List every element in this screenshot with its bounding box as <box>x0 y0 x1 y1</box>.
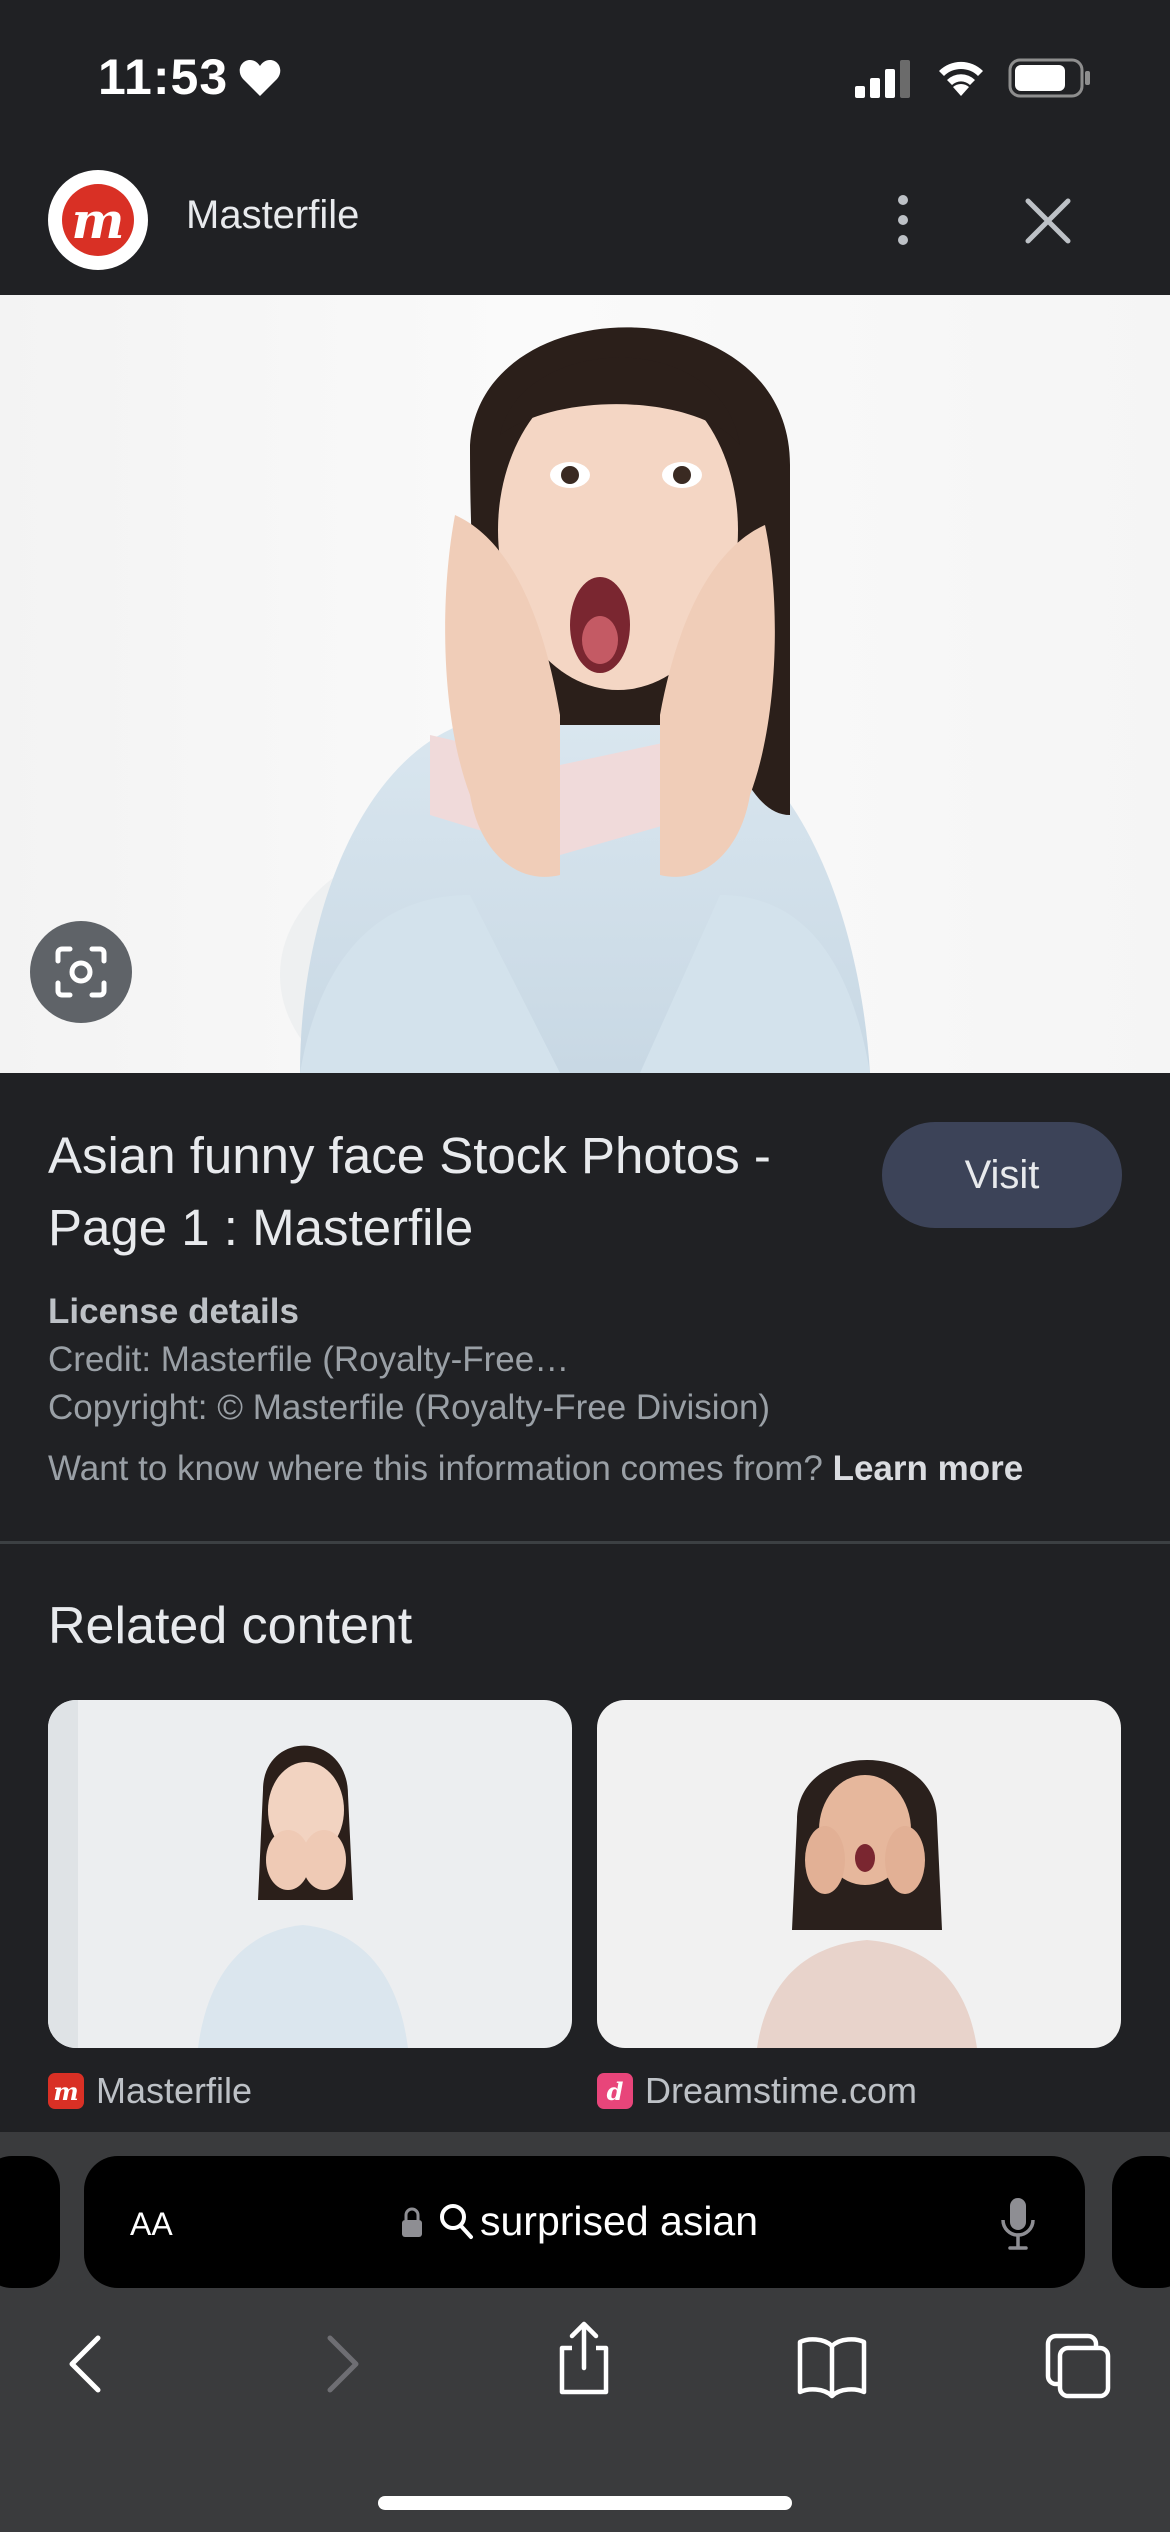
site-logo-letter: m <box>62 184 134 256</box>
text-size-button[interactable]: AA <box>130 2196 173 2246</box>
lens-search-button[interactable] <box>30 921 132 1023</box>
section-divider <box>0 1541 1170 1544</box>
related-source-label: Dreamstime.com <box>645 2070 918 2111</box>
related-source-label: Masterfile <box>96 2070 253 2111</box>
main-image[interactable] <box>0 295 1170 1073</box>
heart-icon <box>239 60 281 96</box>
signal-icon <box>855 60 910 98</box>
mic-icon[interactable] <box>998 2196 1038 2252</box>
result-title[interactable]: Asian funny face Stock Photos - Page 1 :… <box>48 1120 868 1264</box>
text-size-label: AA <box>130 2206 173 2242</box>
copyright-line: Copyright: © Masterfile (Royalty-Free Di… <box>48 1388 771 1427</box>
lock-icon <box>402 2207 422 2237</box>
credit-line: Credit: Masterfile (Royalty-Free… <box>48 1340 570 1379</box>
bookmarks-icon[interactable] <box>794 2326 870 2402</box>
close-icon[interactable] <box>1020 193 1076 249</box>
back-icon[interactable] <box>50 2326 126 2402</box>
share-icon[interactable] <box>546 2320 622 2396</box>
related-image-1 <box>48 1700 408 2048</box>
site-name[interactable]: Masterfile <box>186 193 359 238</box>
forward-icon[interactable] <box>302 2326 378 2402</box>
related-content-heading: Related content <box>48 1597 413 1655</box>
tabs-icon[interactable] <box>1040 2326 1116 2402</box>
related-source-1[interactable]: m Masterfile <box>48 2070 252 2112</box>
dreamstime-favicon: d <box>597 2073 633 2109</box>
search-icon <box>440 2204 473 2239</box>
related-thumbnail-1[interactable] <box>48 1700 572 2048</box>
wifi-icon <box>939 61 983 96</box>
battery-icon <box>1008 58 1090 98</box>
related-source-2[interactable]: d Dreamstime.com <box>597 2070 917 2112</box>
previous-tab-peek[interactable] <box>0 2156 60 2288</box>
address-text[interactable]: surprised asian <box>480 2198 758 2245</box>
home-indicator <box>378 2496 792 2510</box>
result-header <box>0 150 1170 295</box>
site-logo[interactable]: m <box>48 170 148 270</box>
info-line: Want to know where this information come… <box>48 1449 1023 1489</box>
more-vertical-icon[interactable] <box>880 190 926 250</box>
woman-surprised-illustration <box>280 327 870 1073</box>
info-question: Want to know where this information come… <box>48 1449 823 1488</box>
status-time: 11:53 <box>98 49 229 105</box>
next-tab-peek[interactable] <box>1112 2156 1170 2288</box>
learn-more-link[interactable]: Learn more <box>833 1449 1024 1488</box>
related-image-2 <box>757 1760 977 2048</box>
lens-icon <box>55 946 107 998</box>
related-thumbnail-2[interactable] <box>597 1700 1121 2048</box>
license-heading: License details <box>48 1292 299 1331</box>
visit-button[interactable]: Visit <box>882 1122 1122 1228</box>
masterfile-favicon: m <box>48 2073 84 2109</box>
